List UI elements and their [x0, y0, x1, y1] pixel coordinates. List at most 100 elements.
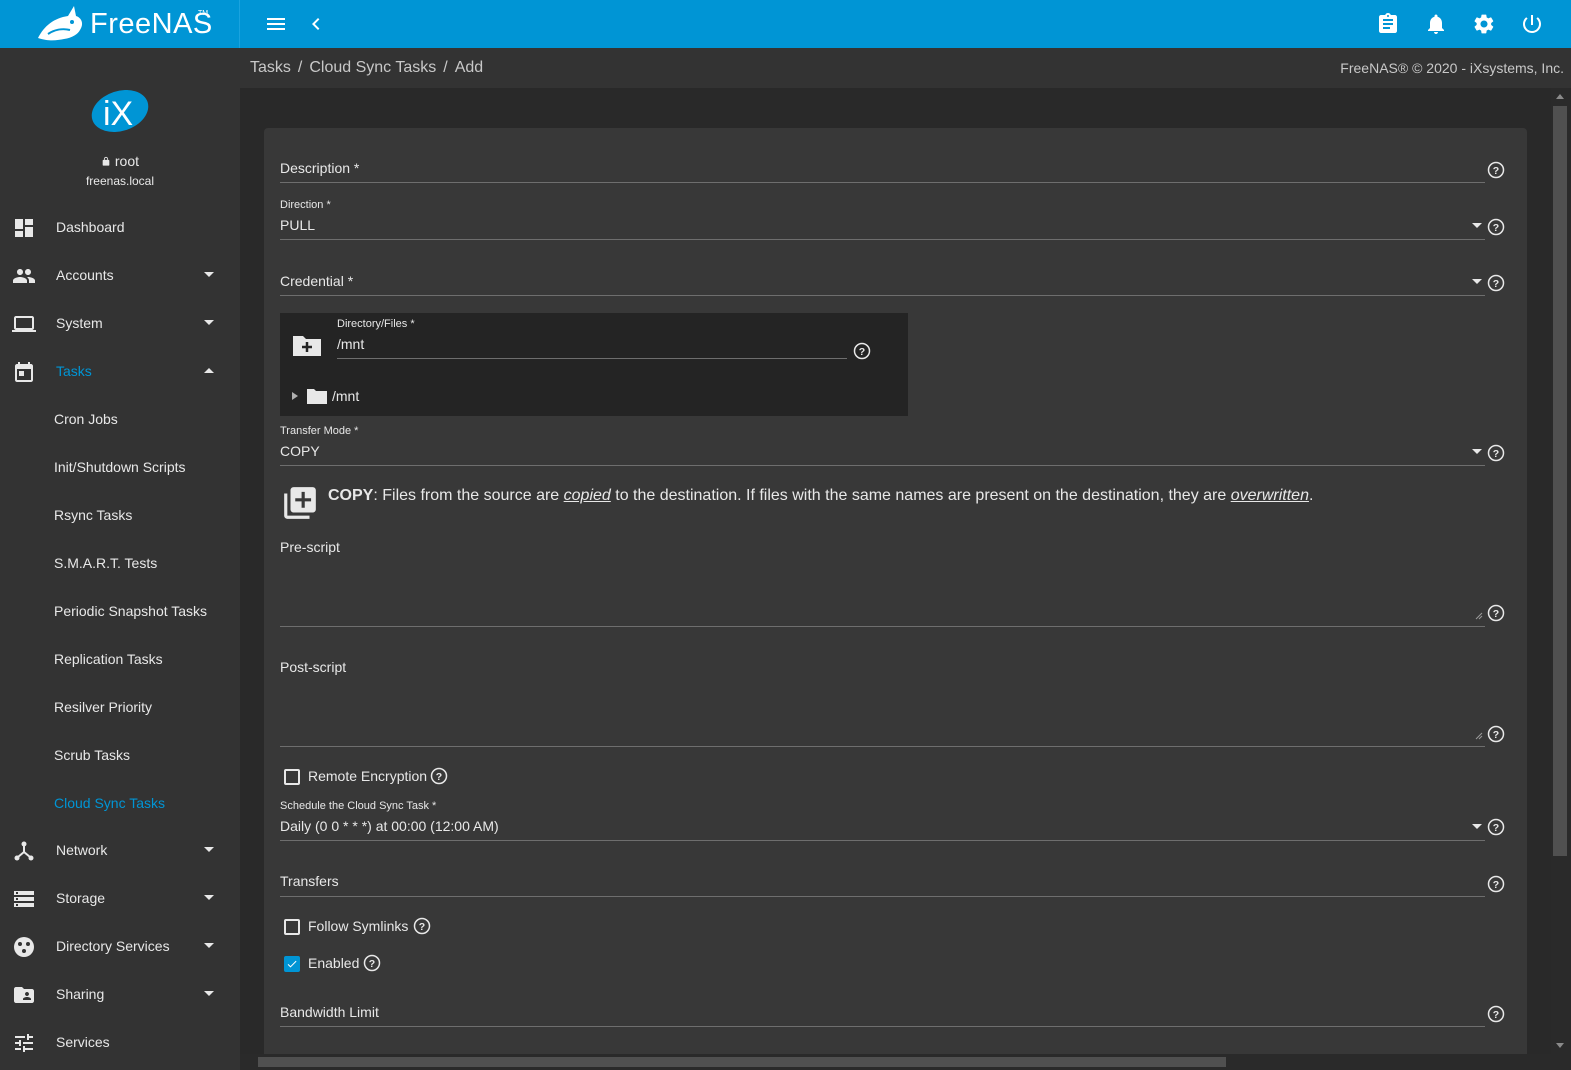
svg-text:?: ?	[419, 921, 425, 933]
sidebar-subitem-replication-tasks[interactable]: Replication Tasks	[0, 636, 240, 684]
post-script-underline	[280, 746, 1485, 747]
help-icon[interactable]: ?	[1487, 218, 1505, 236]
sidebar-item-accounts[interactable]: Accounts	[0, 252, 240, 300]
sidebar-item-services[interactable]: Services	[0, 1019, 240, 1067]
svg-text:?: ?	[1493, 1009, 1499, 1021]
user-name-row: root	[0, 153, 240, 169]
user-block: iX root freenas.local	[0, 48, 240, 204]
user-name: root	[114, 153, 139, 169]
sidebar-item-label: Tasks	[56, 363, 92, 379]
breadcrumb-cloud-sync-tasks[interactable]: Cloud Sync Tasks	[309, 59, 436, 76]
sidebar-item-label: Services	[56, 1034, 110, 1050]
breadcrumb-bar: Tasks / Cloud Sync Tasks / Add FreeNAS® © 20…	[240, 48, 1571, 88]
vertical-scrollbar-thumb[interactable]	[1553, 106, 1567, 856]
network-icon	[14, 841, 34, 861]
sidebar-item-network[interactable]: Network	[0, 827, 240, 875]
sidebar-subitem-scrub-tasks[interactable]: Scrub Tasks	[0, 732, 240, 780]
svg-text:?: ?	[436, 771, 442, 783]
horizontal-scrollbar-thumb[interactable]	[258, 1057, 1226, 1067]
direction-select[interactable]	[280, 239, 1485, 240]
bell-icon[interactable]	[1424, 12, 1448, 36]
resize-handle-icon[interactable]	[1475, 612, 1483, 620]
schedule-select-value[interactable]: Daily (0 0 * * *) at 00:00 (12:00 AM)	[280, 818, 499, 834]
sidebar-subitem-cron-jobs[interactable]: Cron Jobs	[0, 396, 240, 444]
help-icon[interactable]: ?	[1487, 818, 1505, 836]
transfers-input[interactable]	[280, 896, 1485, 897]
back-icon[interactable]	[304, 12, 328, 36]
gear-icon[interactable]	[1472, 12, 1496, 36]
direction-dropdown-icon[interactable]	[1472, 223, 1482, 228]
sidebar-subitem-init-shutdown-scripts[interactable]: Init/Shutdown Scripts	[0, 444, 240, 492]
sidebar-item-sharing[interactable]: Sharing	[0, 971, 240, 1019]
follow-symlinks-checkbox[interactable]	[284, 919, 300, 935]
help-icon[interactable]: ?	[430, 767, 448, 785]
help-icon[interactable]: ?	[413, 917, 431, 935]
schedule-dropdown-icon[interactable]	[1472, 824, 1482, 829]
sidebar-subitem-rsync-tasks[interactable]: Rsync Tasks	[0, 492, 240, 540]
sidebar-subitem-smart-tests[interactable]: S.M.A.R.T. Tests	[0, 540, 240, 588]
sidebar-item-system[interactable]: System	[0, 300, 240, 348]
chevron-up-icon	[204, 368, 214, 373]
credential-select[interactable]	[280, 295, 1485, 296]
help-icon[interactable]: ?	[1487, 161, 1505, 179]
help-icon[interactable]: ?	[1487, 444, 1505, 462]
sidebar-subitem-resilver-priority[interactable]: Resilver Priority	[0, 684, 240, 732]
help-icon[interactable]: ?	[1487, 725, 1505, 743]
sidebar-subitem-label: S.M.A.R.T. Tests	[54, 555, 158, 571]
sidebar-subitem-label: Resilver Priority	[54, 699, 153, 715]
follow-symlinks-label[interactable]: Follow Symlinks	[308, 918, 408, 934]
directory-input[interactable]	[337, 358, 847, 359]
sidebar-item-tasks[interactable]: Tasks	[0, 348, 240, 396]
menu-icon[interactable]	[264, 12, 288, 36]
direction-select-value[interactable]: PULL	[280, 217, 315, 233]
resize-handle-icon[interactable]	[1475, 732, 1483, 740]
help-icon[interactable]: ?	[1487, 875, 1505, 893]
transfer-mode-dropdown-icon[interactable]	[1472, 449, 1482, 454]
bandwidth-limit-input[interactable]	[280, 1026, 1485, 1027]
tree-node[interactable]: /mnt	[292, 387, 492, 407]
chevron-down-icon	[204, 991, 214, 996]
sidebar-item-directory-services[interactable]: Directory Services	[0, 923, 240, 971]
help-icon[interactable]: ?	[363, 954, 381, 972]
svg-text:?: ?	[1493, 165, 1499, 177]
enabled-checkbox[interactable]	[284, 956, 300, 972]
directory-input-value[interactable]: /mnt	[337, 336, 364, 352]
description-input[interactable]	[280, 182, 1485, 183]
sidebar-item-storage[interactable]: Storage	[0, 875, 240, 923]
sidebar-subitem-cloud-sync-tasks[interactable]: Cloud Sync Tasks	[0, 780, 240, 828]
mode-desc-emphasis-copied: copied	[563, 487, 611, 504]
horizontal-scrollbar[interactable]	[240, 1054, 1571, 1070]
tree-expand-icon[interactable]	[292, 392, 298, 400]
add-folder-icon[interactable]	[291, 332, 323, 358]
sidebar-subitem-label: Init/Shutdown Scripts	[54, 459, 186, 475]
help-icon[interactable]: ?	[1487, 1005, 1505, 1023]
sidebar-item-dashboard[interactable]: Dashboard	[0, 204, 240, 252]
help-icon[interactable]: ?	[853, 342, 871, 360]
mode-desc-part1: : Files from the source are	[373, 487, 564, 504]
dashboard-icon	[15, 219, 33, 237]
power-icon[interactable]	[1520, 12, 1544, 36]
bandwidth-limit-label: Bandwidth Limit	[280, 1004, 379, 1020]
help-icon[interactable]: ?	[1487, 274, 1505, 292]
ixsystems-logo[interactable]: iX	[90, 88, 150, 134]
remote-encryption-checkbox[interactable]	[284, 769, 300, 785]
vertical-scrollbar[interactable]	[1551, 88, 1571, 1054]
schedule-select[interactable]	[280, 840, 1485, 841]
directory-icon	[14, 937, 34, 957]
pre-script-textarea[interactable]	[280, 558, 1485, 626]
clipboard-icon[interactable]	[1376, 12, 1400, 36]
credential-dropdown-icon[interactable]	[1472, 279, 1482, 284]
transfer-mode-select-value[interactable]: COPY	[280, 443, 320, 459]
cloud-sync-form: Description * ? Direction * PULL ? Crede…	[264, 128, 1527, 1070]
help-icon[interactable]: ?	[1487, 604, 1505, 622]
freenas-logo[interactable]: FreeNAS TM	[0, 0, 240, 48]
scroll-down-icon[interactable]	[1556, 1043, 1564, 1048]
enabled-label[interactable]: Enabled	[308, 955, 359, 971]
breadcrumb-tasks[interactable]: Tasks	[250, 59, 291, 76]
scroll-up-icon[interactable]	[1556, 94, 1564, 99]
sidebar-subitem-periodic-snapshot-tasks[interactable]: Periodic Snapshot Tasks	[0, 588, 240, 636]
remote-encryption-label[interactable]: Remote Encryption	[308, 768, 427, 784]
freenas-shark-icon	[38, 6, 83, 41]
transfer-mode-select[interactable]	[280, 465, 1485, 466]
post-script-textarea[interactable]	[280, 678, 1485, 746]
